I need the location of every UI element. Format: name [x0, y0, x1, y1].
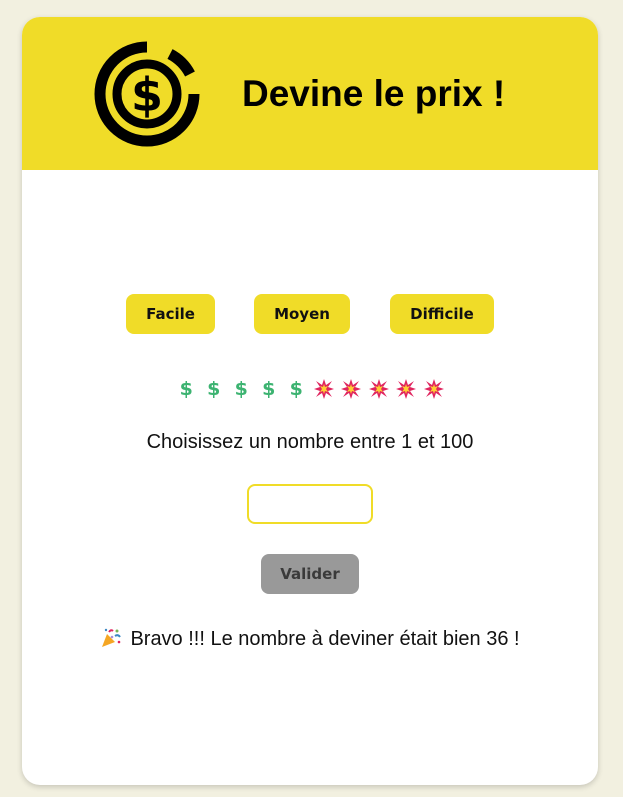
- tries-indicator: $ $ $ $ $: [22, 377, 598, 402]
- page-title: Devine le prix !: [242, 73, 506, 114]
- collision-icon: [310, 378, 338, 401]
- remaining-try-icon: $: [207, 378, 221, 400]
- remaining-try-icon: $: [289, 378, 303, 400]
- remaining-try-icon: $: [234, 378, 248, 400]
- guess-input[interactable]: [247, 484, 373, 524]
- result-text: Bravo !!! Le nombre à deviner était bien…: [130, 628, 520, 650]
- collision-icon: [420, 378, 448, 401]
- dollar-coin-icon: $: [94, 41, 200, 147]
- collision-icon: [338, 378, 366, 401]
- easy-level-button[interactable]: Facile: [126, 294, 215, 334]
- result-message: Bravo !!! Le nombre à deviner était bien…: [22, 627, 598, 651]
- collision-icon: [393, 378, 421, 401]
- submit-button[interactable]: Valider: [261, 554, 359, 594]
- medium-level-button[interactable]: Moyen: [254, 294, 350, 334]
- header: $ Devine le prix !: [22, 17, 598, 170]
- range-prompt: Choisissez un nombre entre 1 et 100: [146, 431, 474, 453]
- party-popper-icon: [102, 628, 122, 647]
- hard-level-button[interactable]: Difficile: [390, 294, 494, 334]
- collision-icon: [365, 378, 393, 401]
- remaining-try-icon: $: [179, 378, 193, 400]
- game-card: $ Devine le prix ! Facile Moyen Difficil…: [22, 17, 598, 785]
- difficulty-selector: Facile Moyen Difficile: [22, 294, 598, 334]
- svg-text:$: $: [131, 68, 163, 122]
- remaining-try-icon: $: [262, 378, 276, 400]
